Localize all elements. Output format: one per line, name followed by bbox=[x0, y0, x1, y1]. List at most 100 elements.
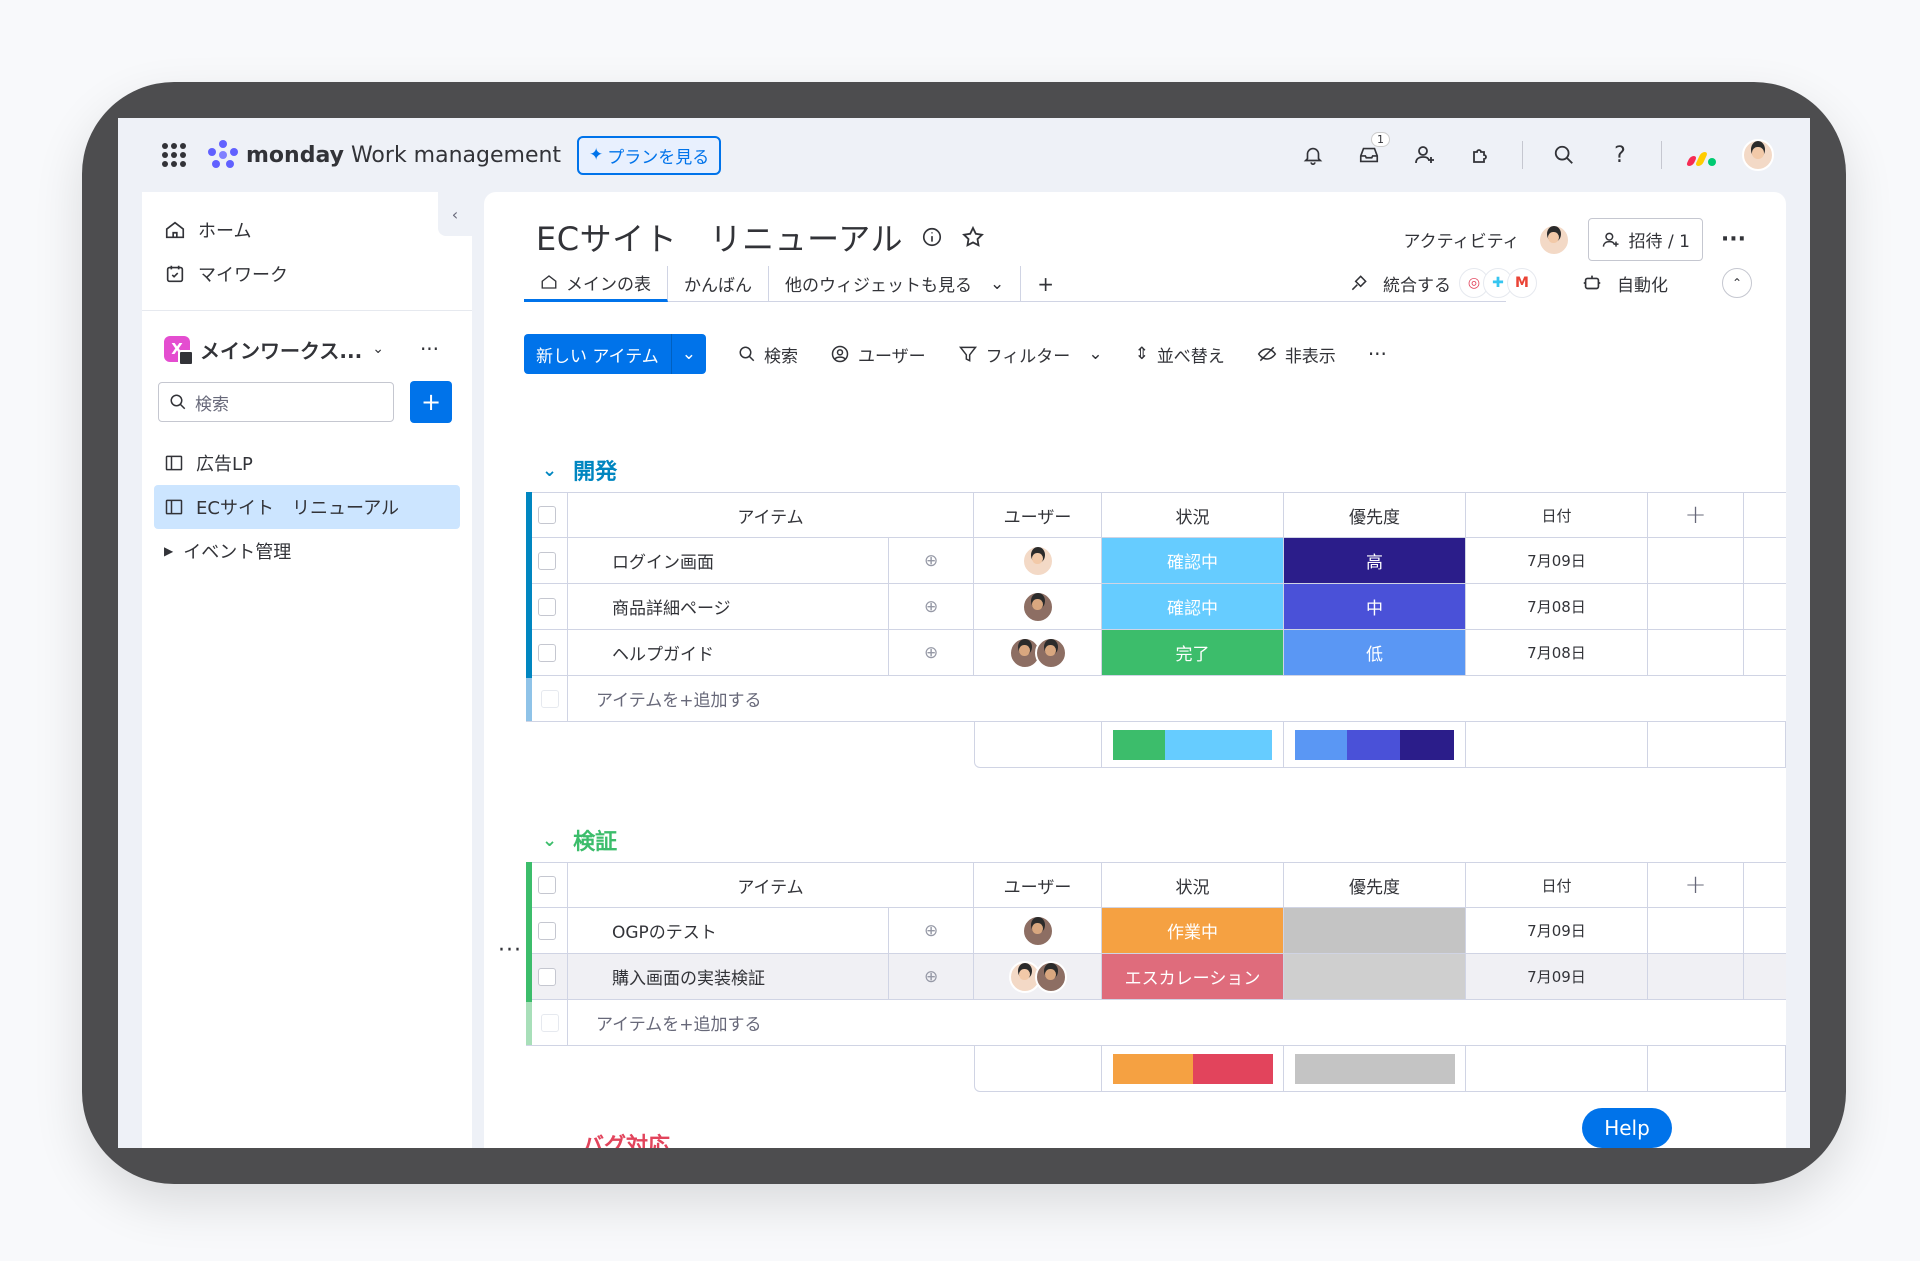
sidebar-board-ec-site[interactable]: ECサイト リニューアル bbox=[154, 485, 460, 529]
user-cell[interactable] bbox=[974, 908, 1102, 953]
date-cell[interactable]: 7月09日 bbox=[1466, 908, 1648, 953]
table-row[interactable]: 商品詳細ページ ⊕ 確認中 中 7月08日 bbox=[526, 584, 1786, 630]
row-checkbox[interactable] bbox=[537, 597, 556, 616]
group-header-dev[interactable]: ⌄ 開発 bbox=[542, 454, 617, 486]
item-name[interactable]: ログイン画面 bbox=[568, 538, 890, 583]
column-header-date[interactable]: 日付 bbox=[1466, 493, 1648, 537]
star-icon[interactable] bbox=[961, 225, 985, 249]
add-update-icon[interactable]: ⊕ bbox=[889, 597, 973, 617]
toolbar-hide[interactable]: 非表示 bbox=[1257, 342, 1336, 367]
add-update-icon[interactable]: ⊕ bbox=[889, 643, 973, 663]
priority-cell[interactable]: 中 bbox=[1284, 584, 1466, 629]
group-header-bugs[interactable]: バグ対応 bbox=[582, 1128, 670, 1148]
date-cell[interactable]: 7月08日 bbox=[1466, 630, 1648, 675]
add-item-input[interactable]: アイテムを+追加する bbox=[568, 676, 1786, 721]
sidebar-search-input[interactable]: 検索 bbox=[158, 382, 394, 422]
add-update-icon[interactable]: ⊕ bbox=[889, 921, 973, 941]
table-row[interactable]: ログイン画面 ⊕ 確認中 高 7月09日 bbox=[526, 538, 1786, 584]
column-header-date[interactable]: 日付 bbox=[1466, 863, 1648, 907]
apps-grid-icon[interactable] bbox=[162, 143, 186, 167]
priority-summary-bar[interactable] bbox=[1294, 729, 1455, 760]
item-name[interactable]: 商品詳細ページ bbox=[568, 584, 890, 629]
priority-cell[interactable]: 低 bbox=[1284, 630, 1466, 675]
column-header-user[interactable]: ユーザー bbox=[974, 493, 1102, 537]
select-all-checkbox[interactable] bbox=[537, 506, 556, 524]
add-column-button[interactable]: + bbox=[1648, 493, 1744, 537]
user-cell[interactable] bbox=[974, 538, 1102, 583]
chevron-down-icon[interactable]: ⌄ bbox=[542, 830, 557, 851]
user-avatar[interactable] bbox=[1742, 139, 1774, 171]
user-cell[interactable] bbox=[974, 584, 1102, 629]
chevron-down-icon[interactable]: ⌄ bbox=[670, 334, 706, 374]
toolbar-sort[interactable]: ⇕ 並べ替え bbox=[1135, 342, 1225, 367]
date-cell[interactable]: 7月09日 bbox=[1466, 538, 1648, 583]
row-checkbox[interactable] bbox=[537, 643, 556, 662]
activity-label[interactable]: アクティビティ bbox=[1403, 227, 1519, 252]
tab-main-table[interactable]: メインの表 bbox=[524, 265, 668, 302]
column-header-priority[interactable]: 優先度 bbox=[1284, 493, 1466, 537]
add-item-row[interactable]: アイテムを+追加する bbox=[526, 1000, 1786, 1046]
row-checkbox[interactable] bbox=[537, 551, 556, 570]
status-cell[interactable]: エスカレーション bbox=[1102, 954, 1284, 999]
column-header-user[interactable]: ユーザー bbox=[974, 863, 1102, 907]
row-actions-icon[interactable]: ··· bbox=[498, 938, 522, 963]
tab-more-widgets[interactable]: 他のウィジェットも見る ⌄ bbox=[769, 265, 1022, 302]
nav-my-work[interactable]: マイワーク bbox=[142, 252, 472, 296]
row-checkbox[interactable] bbox=[537, 967, 556, 986]
board-more-icon[interactable]: ··· bbox=[1721, 227, 1746, 252]
priority-cell[interactable]: 高 bbox=[1284, 538, 1466, 583]
add-view-button[interactable]: + bbox=[1021, 266, 1070, 302]
item-name[interactable]: ヘルプガイド bbox=[568, 630, 890, 675]
new-item-button[interactable]: 新しい アイテム ⌄ bbox=[524, 334, 706, 374]
integration-icons[interactable]: ◎ ✚ M bbox=[1459, 268, 1537, 298]
column-header-item[interactable]: アイテム bbox=[568, 493, 974, 537]
table-row[interactable]: ヘルプガイド ⊕ 完了 低 7月08日 bbox=[526, 630, 1786, 676]
status-cell[interactable]: 確認中 bbox=[1102, 584, 1284, 629]
collapse-header-icon[interactable]: ⌃ bbox=[1722, 268, 1752, 298]
status-summary-bar[interactable] bbox=[1112, 729, 1273, 760]
sidebar-folder-events[interactable]: ▶ イベント管理 bbox=[142, 529, 472, 573]
user-cell[interactable] bbox=[974, 630, 1102, 675]
add-update-icon[interactable]: ⊕ bbox=[889, 967, 973, 987]
add-item-row[interactable]: アイテムを+追加する bbox=[526, 676, 1786, 722]
add-board-button[interactable]: + bbox=[410, 381, 452, 423]
status-cell[interactable]: 完了 bbox=[1102, 630, 1284, 675]
info-icon[interactable] bbox=[921, 226, 943, 248]
add-column-button[interactable]: + bbox=[1648, 863, 1744, 907]
date-cell[interactable]: 7月09日 bbox=[1466, 954, 1648, 999]
integrate-label[interactable]: 統合する bbox=[1383, 271, 1451, 296]
priority-cell[interactable] bbox=[1284, 908, 1466, 953]
workspace-more-icon[interactable]: ··· bbox=[420, 337, 439, 361]
logo[interactable]: monday Work management bbox=[208, 140, 561, 170]
row-checkbox[interactable] bbox=[537, 921, 556, 940]
tab-kanban[interactable]: かんばん bbox=[668, 265, 769, 302]
date-cell[interactable]: 7月08日 bbox=[1466, 584, 1648, 629]
chevron-down-icon[interactable]: ⌄ bbox=[542, 460, 557, 481]
toolbar-search[interactable]: 検索 bbox=[738, 342, 798, 367]
workspace-selector[interactable]: X メインワークス... ⌄ ··· bbox=[142, 327, 472, 371]
column-header-item[interactable]: アイテム bbox=[568, 863, 974, 907]
bell-icon[interactable] bbox=[1298, 140, 1328, 170]
table-row[interactable]: OGPのテスト ⊕ 作業中 7月09日 bbox=[526, 908, 1786, 954]
column-header-status[interactable]: 状況 bbox=[1102, 863, 1284, 907]
group-header-verify[interactable]: ⌄ 検証 bbox=[542, 824, 617, 856]
monday-switcher-icon[interactable] bbox=[1685, 144, 1716, 166]
activity-avatar[interactable] bbox=[1537, 223, 1570, 256]
add-update-icon[interactable]: ⊕ bbox=[889, 551, 973, 571]
help-icon[interactable]: ? bbox=[1605, 140, 1635, 170]
board-title[interactable]: ECサイト リニューアル bbox=[536, 214, 903, 260]
apps-puzzle-icon[interactable] bbox=[1466, 140, 1496, 170]
item-name[interactable]: 購入画面の実装検証 bbox=[568, 954, 890, 999]
automate-label[interactable]: 自動化 bbox=[1617, 271, 1668, 296]
collapse-sidebar-icon[interactable]: ‹ bbox=[438, 192, 472, 236]
priority-summary-bar[interactable] bbox=[1294, 1053, 1455, 1084]
see-plans-button[interactable]: ✦ プランを見る bbox=[577, 135, 722, 175]
invite-members-icon[interactable] bbox=[1410, 140, 1440, 170]
search-icon[interactable] bbox=[1549, 140, 1579, 170]
user-cell[interactable] bbox=[974, 954, 1102, 999]
toolbar-filter[interactable]: フィルター ⌄ bbox=[958, 342, 1103, 367]
invite-button[interactable]: 招待 / 1 bbox=[1587, 218, 1703, 261]
status-cell[interactable]: 確認中 bbox=[1102, 538, 1284, 583]
status-cell[interactable]: 作業中 bbox=[1102, 908, 1284, 953]
select-all-checkbox[interactable] bbox=[537, 876, 556, 894]
